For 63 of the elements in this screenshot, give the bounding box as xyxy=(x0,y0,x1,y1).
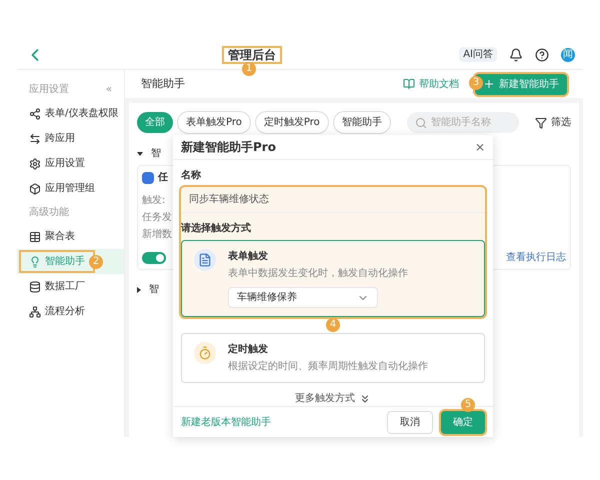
filter-tab[interactable]: 定时触发Pro xyxy=(254,111,329,134)
filter-button[interactable]: 筛选 xyxy=(535,115,571,130)
help-icon[interactable] xyxy=(535,48,549,62)
trigger-description: 表单中数据发生变化时，触发自动化操作 xyxy=(228,266,408,282)
section-heading: 高级功能 xyxy=(29,206,69,220)
card-icon xyxy=(142,172,154,184)
section-title: 智能助手 xyxy=(141,76,185,92)
sidebar-item[interactable]: 应用设置 xyxy=(21,154,93,173)
table-icon xyxy=(29,230,41,242)
section-heading: 应用设置 xyxy=(29,82,69,97)
step-marker: 5 xyxy=(461,398,475,412)
more-triggers-button[interactable]: 更多触发方式 xyxy=(295,391,371,406)
filter-icon xyxy=(535,116,547,128)
collapse-triangle-icon[interactable] xyxy=(137,286,141,292)
document-icon xyxy=(194,249,216,272)
stopwatch-icon xyxy=(194,342,216,364)
database-icon xyxy=(29,280,41,292)
view-log-link[interactable]: 查看执行日志 xyxy=(506,250,566,265)
sidebar-item[interactable]: 跨应用 xyxy=(21,129,83,148)
card-text: 触发: xyxy=(142,194,166,208)
form-select[interactable]: 车辆维修保养 xyxy=(228,287,378,308)
share-icon xyxy=(29,108,41,120)
filter-tab[interactable]: 智能助手 xyxy=(332,111,391,134)
lightbulb-icon xyxy=(29,256,41,268)
cube-icon xyxy=(29,182,41,194)
ai-qa-button[interactable]: AI问答 xyxy=(459,47,497,62)
sidebar-item[interactable]: 数据工厂 xyxy=(21,277,93,296)
step-marker: 2 xyxy=(89,255,103,269)
book-icon xyxy=(403,78,415,90)
field-label: 请选择触发方式 xyxy=(181,221,252,236)
field-label: 名称 xyxy=(181,168,202,184)
group-heading: 智 xyxy=(151,147,161,161)
trigger-option[interactable]: 定时触发 根据设定的时间、频率周期性触发自动化操作 xyxy=(181,333,485,384)
sidebar-item[interactable]: 表单/仪表盘权限 xyxy=(21,104,126,123)
cancel-button[interactable]: 取消 xyxy=(387,410,433,434)
close-button[interactable]: × xyxy=(474,138,485,156)
swap-icon xyxy=(29,132,41,144)
sidebar-item[interactable]: 聚合表 xyxy=(21,227,83,246)
step-marker: 3 xyxy=(469,76,483,90)
network-icon xyxy=(29,306,41,318)
card-text: 新增数 xyxy=(142,228,172,242)
double-chevron-icon xyxy=(359,392,371,405)
search-icon xyxy=(414,116,427,128)
trigger-title: 表单触发 xyxy=(228,250,269,264)
trigger-title: 定时触发 xyxy=(228,342,269,358)
bell-icon[interactable] xyxy=(509,48,523,62)
name-input[interactable]: 同步车辆维修状态 xyxy=(181,187,485,214)
trigger-option[interactable]: 表单触发 表单中数据发生变化时，触发自动化操作 车辆维修保养 xyxy=(181,240,485,318)
trigger-description: 根据设定的时间、频率周期性触发自动化操作 xyxy=(228,360,428,374)
toggle-switch[interactable] xyxy=(142,252,166,264)
settings-icon xyxy=(29,158,41,170)
expand-triangle-icon[interactable] xyxy=(137,152,143,156)
step-marker: 4 xyxy=(326,318,340,332)
plus-icon xyxy=(483,78,495,90)
card-title: 任 xyxy=(158,170,168,185)
modal-title: 新建智能助手Pro xyxy=(181,139,276,156)
filter-tab[interactable]: 表单触发Pro xyxy=(177,111,251,134)
step-marker: 1 xyxy=(242,62,256,76)
sidebar-item[interactable]: 流程分析 xyxy=(21,302,93,321)
card-text: 任务发 xyxy=(142,211,172,225)
sidebar-item[interactable]: 应用管理组 xyxy=(21,179,103,198)
group-heading: 智 xyxy=(149,283,159,297)
page-title: 管理后台 xyxy=(224,48,280,62)
